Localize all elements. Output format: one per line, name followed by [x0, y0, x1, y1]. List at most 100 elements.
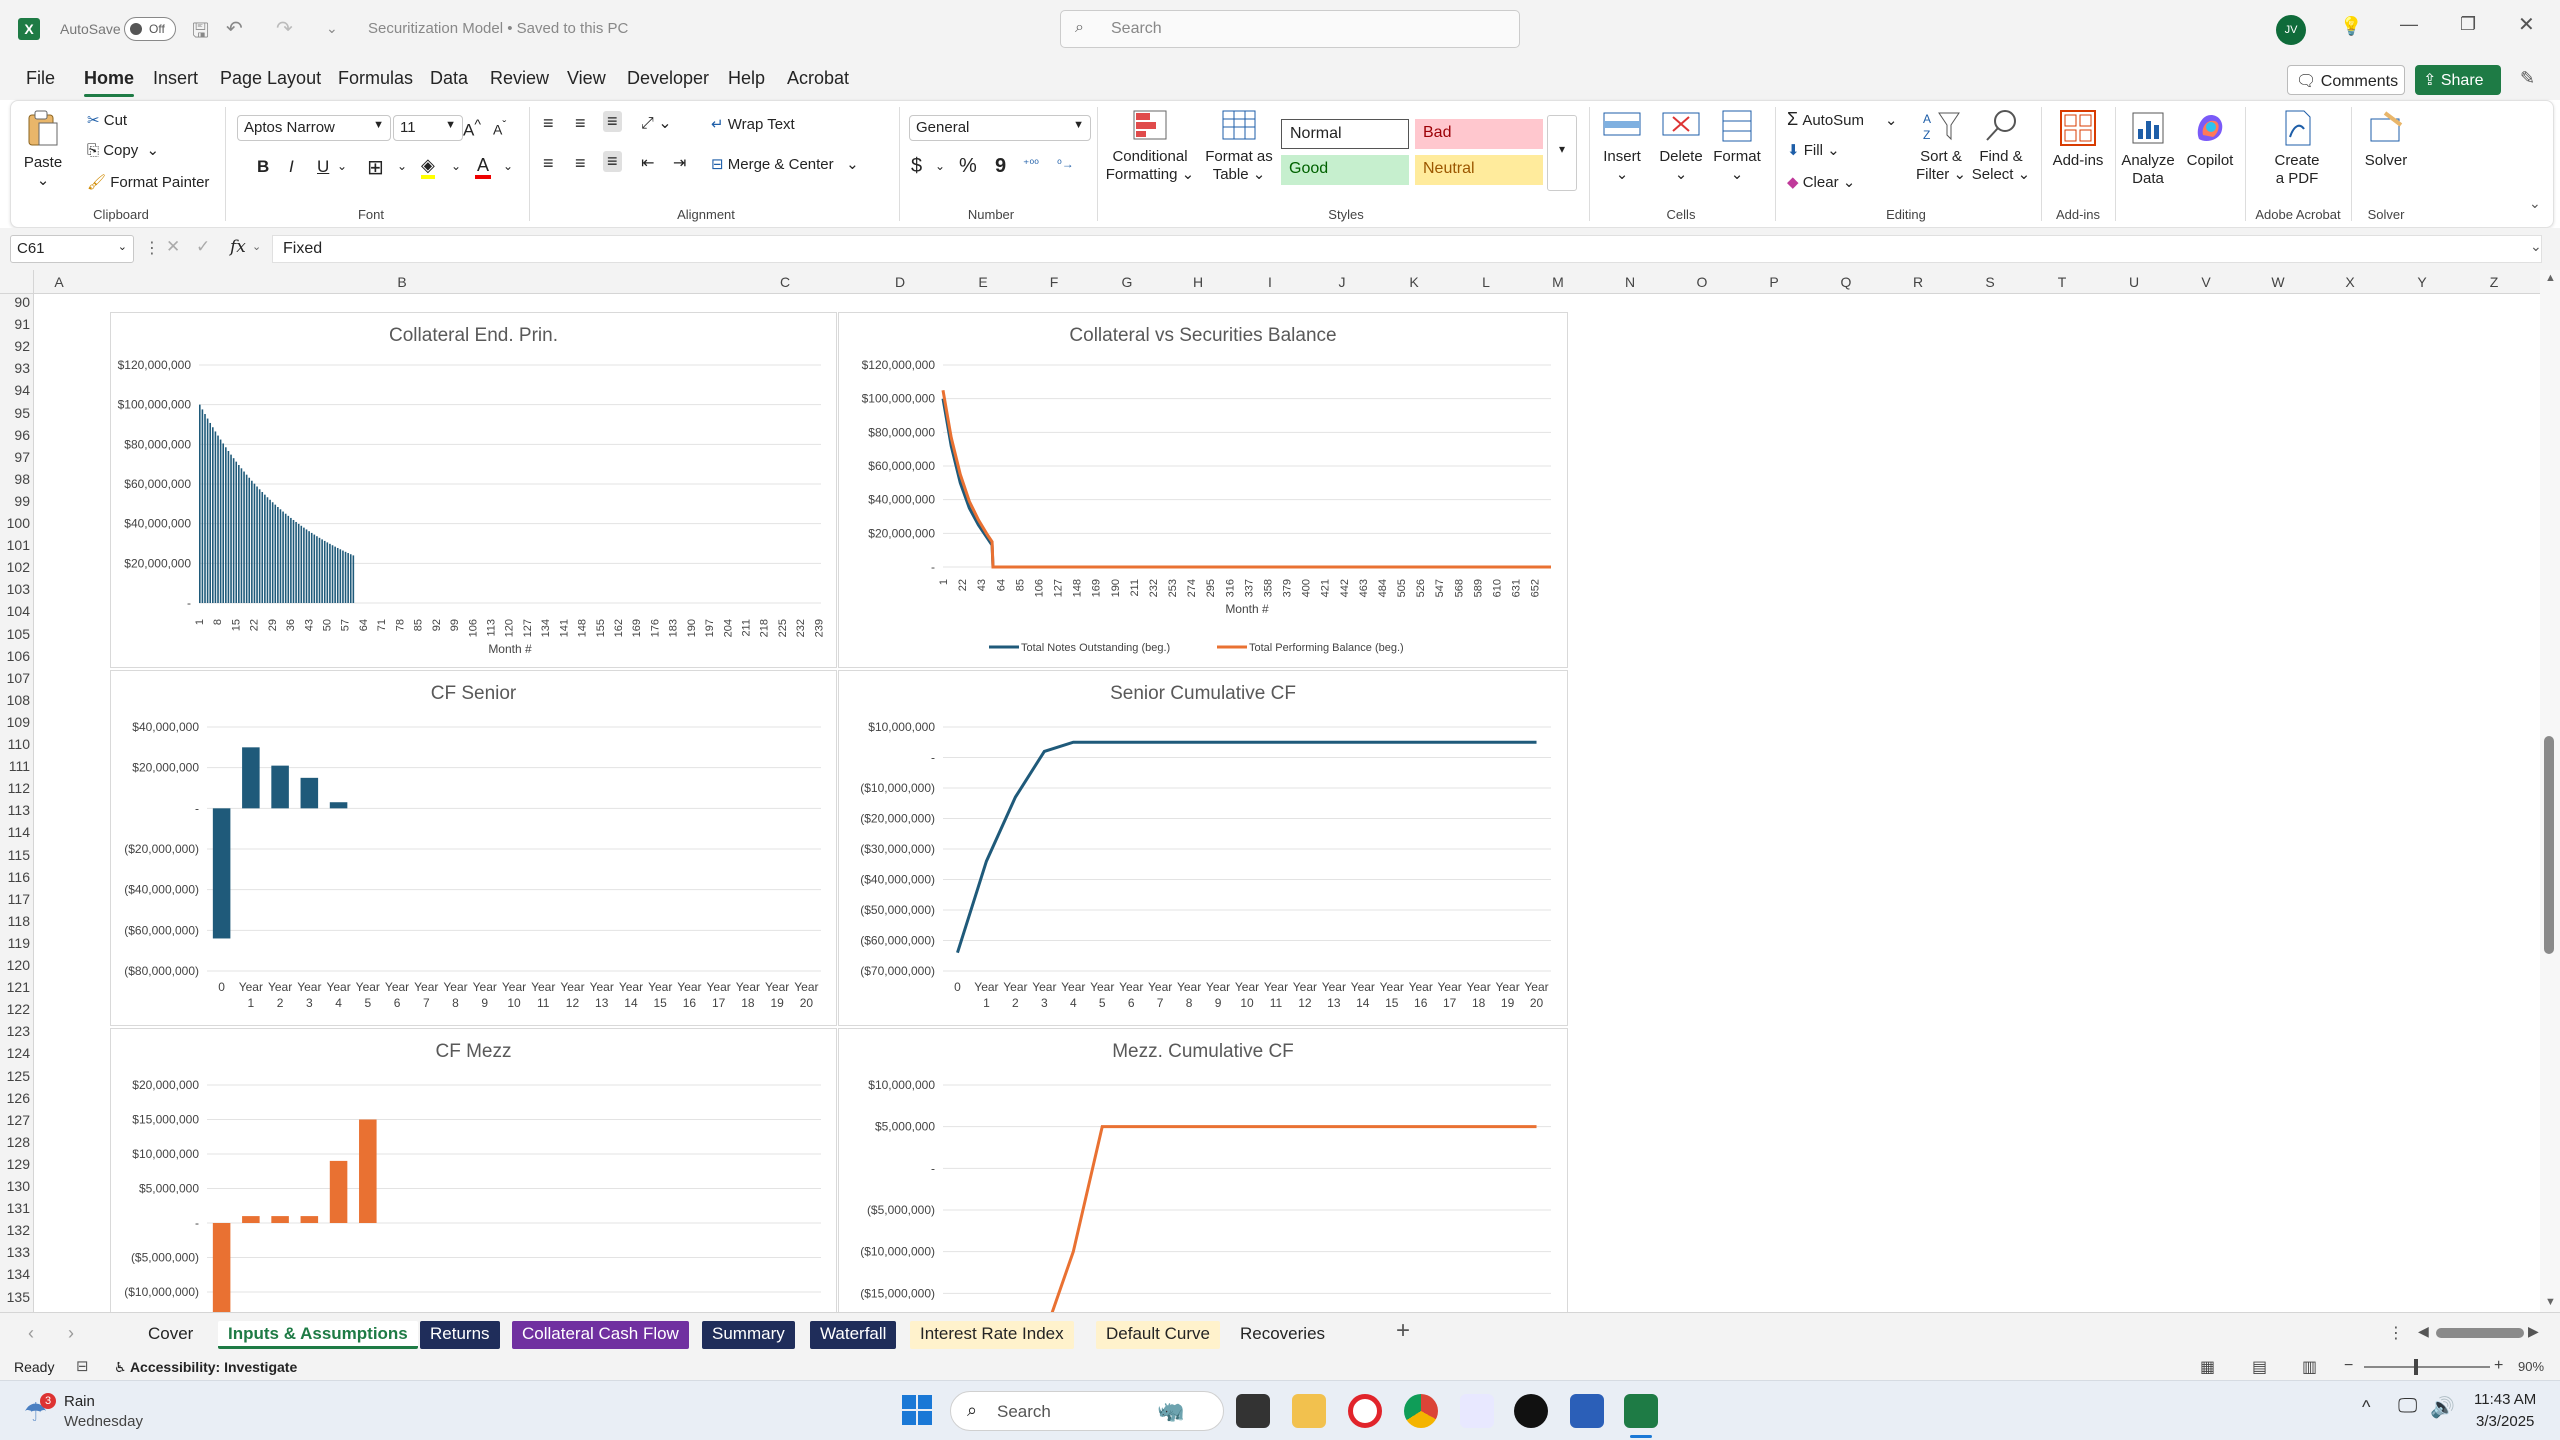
horizontal-scroll-thumb[interactable]	[2436, 1328, 2524, 1338]
column-header-k[interactable]: K	[1378, 274, 1450, 290]
format-as-table-button[interactable]: Format as Table ⌄	[1199, 109, 1279, 184]
chart-collateral-vs-securities[interactable]: Collateral vs Securities Balance $120,00…	[838, 312, 1568, 668]
paste-button[interactable]: Paste ⌄	[19, 109, 67, 190]
notepad-icon[interactable]	[1570, 1394, 1604, 1428]
scroll-up-icon[interactable]: ▲	[2545, 272, 2556, 284]
grow-font-icon[interactable]: A^	[463, 117, 481, 141]
row-header[interactable]: 99	[0, 493, 30, 509]
column-header-a[interactable]: A	[34, 274, 84, 290]
zoom-slider[interactable]	[2364, 1366, 2490, 1368]
sheet-tab[interactable]: Returns	[420, 1321, 500, 1349]
font-color-dropdown-icon[interactable]: ⌄	[503, 159, 513, 173]
row-header[interactable]: 109	[0, 714, 30, 730]
zoom-slider-thumb[interactable]	[2414, 1359, 2418, 1375]
solver-button[interactable]: Solver	[2357, 109, 2415, 170]
row-header[interactable]: 90	[0, 294, 30, 310]
network-icon[interactable]: 🖵	[2398, 1395, 2417, 1418]
align-right-icon[interactable]: ≡	[603, 151, 622, 172]
autosum-button[interactable]: Σ AutoSum ⌄	[1787, 109, 1897, 130]
row-header[interactable]: 98	[0, 471, 30, 487]
wrap-text-button[interactable]: ↵ Wrap Text	[711, 115, 795, 133]
row-header[interactable]: 92	[0, 338, 30, 354]
minimize-icon[interactable]: —	[2400, 14, 2418, 35]
column-header-w[interactable]: W	[2242, 274, 2314, 290]
row-header[interactable]: 105	[0, 626, 30, 642]
insert-function-button[interactable]: fx	[230, 237, 246, 257]
row-header[interactable]: 120	[0, 957, 30, 973]
sheet-tab[interactable]: Recoveries	[1230, 1321, 1335, 1349]
page-layout-view-icon[interactable]: ▤	[2252, 1357, 2267, 1377]
row-header[interactable]: 116	[0, 869, 30, 885]
avatar[interactable]: JV	[2276, 15, 2306, 45]
excel-taskbar-icon[interactable]	[1624, 1394, 1658, 1428]
column-header-z[interactable]: Z	[2458, 274, 2530, 290]
row-header[interactable]: 102	[0, 559, 30, 575]
styles-more-icon[interactable]: ▾	[1547, 115, 1577, 191]
upwork-icon[interactable]	[1514, 1394, 1548, 1428]
currency-dropdown-icon[interactable]: ⌄	[935, 159, 945, 173]
clock-time[interactable]: 11:43 AM	[2474, 1391, 2536, 1408]
row-header[interactable]: 91	[0, 316, 30, 332]
tab-view[interactable]: View	[567, 68, 606, 89]
sheet-tab[interactable]: Interest Rate Index	[910, 1321, 1074, 1349]
add-sheet-icon[interactable]: +	[1396, 1317, 1410, 1345]
row-header[interactable]: 124	[0, 1045, 30, 1061]
row-header[interactable]: 106	[0, 648, 30, 664]
delete-cells-button[interactable]: Delete ⌄	[1653, 109, 1709, 184]
increase-decimal-icon[interactable]: ⁺⁰⁰	[1023, 157, 1039, 171]
volume-icon[interactable]: 🔊	[2430, 1395, 2455, 1420]
tab-home[interactable]: Home	[84, 68, 135, 97]
currency-button[interactable]: $	[911, 155, 922, 178]
borders-dropdown-icon[interactable]: ⌄	[397, 159, 407, 173]
row-header[interactable]: 128	[0, 1134, 30, 1150]
column-header-x[interactable]: X	[2314, 274, 2386, 290]
cut-button[interactable]: ✂ Cut	[87, 111, 127, 129]
fill-color-dropdown-icon[interactable]: ⌄	[451, 159, 461, 173]
row-header[interactable]: 130	[0, 1178, 30, 1194]
tab-help[interactable]: Help	[728, 68, 765, 89]
collapse-ribbon-icon[interactable]: ⌄	[2529, 195, 2541, 212]
style-good[interactable]: Good	[1281, 155, 1409, 185]
format-painter-button[interactable]: 🖌 Format Painter	[87, 173, 209, 191]
row-header[interactable]: 135	[0, 1289, 30, 1305]
create-pdf-button[interactable]: Create a PDF	[2251, 109, 2343, 188]
row-header[interactable]: 107	[0, 670, 30, 686]
column-header-c[interactable]: C	[720, 274, 850, 290]
name-box[interactable]: C61 ⌄	[10, 235, 134, 263]
accessibility-button[interactable]: ♿ Accessibility: Investigate	[114, 1359, 297, 1376]
zoom-level[interactable]: 90%	[2518, 1359, 2544, 1374]
row-header[interactable]: 114	[0, 824, 30, 840]
undo-icon[interactable]: ↶	[226, 16, 243, 41]
zoom-in-icon[interactable]: +	[2494, 1357, 2503, 1375]
increase-indent-icon[interactable]: ⇥	[673, 153, 686, 173]
autosave-toggle[interactable]: Off	[124, 17, 176, 41]
font-size-select[interactable]: 11 ▼	[393, 115, 463, 141]
borders-icon[interactable]: ⊞	[367, 155, 384, 180]
chart-collateral-end-prin[interactable]: Collateral End. Prin. $120,000,000 $100,0…	[110, 312, 837, 668]
more-options-icon[interactable]: ⋮	[144, 238, 160, 258]
tab-insert[interactable]: Insert	[153, 68, 198, 89]
row-header[interactable]: 112	[0, 780, 30, 796]
column-header-j[interactable]: J	[1306, 274, 1378, 290]
tab-review[interactable]: Review	[490, 68, 549, 89]
clear-button[interactable]: ◆ Clear ⌄	[1787, 173, 1855, 191]
row-header[interactable]: 113	[0, 802, 30, 818]
underline-dropdown-icon[interactable]: ⌄	[337, 159, 347, 173]
prev-sheet-icon[interactable]: ‹	[28, 1323, 34, 1344]
row-header[interactable]: 96	[0, 427, 30, 443]
vertical-scroll-thumb[interactable]	[2544, 736, 2554, 954]
weather-widget[interactable]: ☂ 3	[24, 1393, 60, 1431]
align-top-icon[interactable]: ≡	[543, 113, 554, 134]
task-view-icon[interactable]	[1236, 1394, 1270, 1428]
tab-acrobat[interactable]: Acrobat	[787, 68, 849, 89]
tab-formulas[interactable]: Formulas	[338, 68, 413, 89]
chrome-icon[interactable]	[1404, 1394, 1438, 1428]
normal-view-icon[interactable]: ▦	[2200, 1357, 2215, 1377]
sheet-tab[interactable]: Summary	[702, 1321, 795, 1349]
row-header[interactable]: 108	[0, 692, 30, 708]
row-header[interactable]: 94	[0, 382, 30, 398]
align-center-icon[interactable]: ≡	[575, 153, 586, 174]
row-header[interactable]: 125	[0, 1068, 30, 1084]
zoom-out-icon[interactable]: −	[2344, 1357, 2353, 1375]
insert-cells-button[interactable]: Insert ⌄	[1597, 109, 1647, 184]
